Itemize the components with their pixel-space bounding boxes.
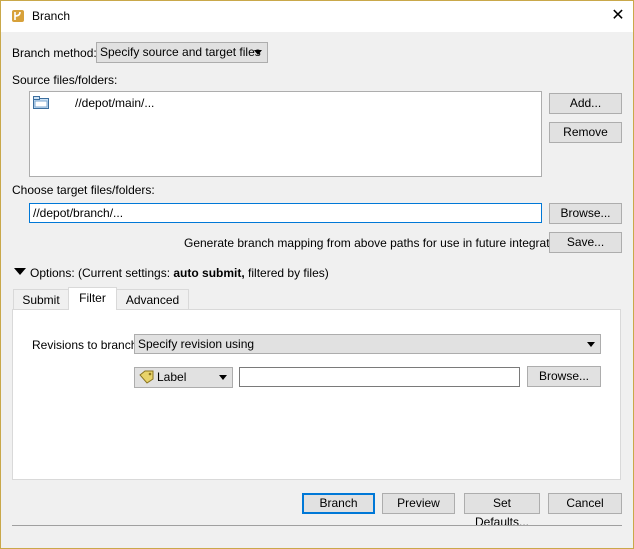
revisions-to-branch-label: Revisions to branch: [32, 338, 141, 352]
cancel-button[interactable]: Cancel [548, 493, 622, 514]
options-summary-bold: auto submit, [173, 266, 245, 280]
branch-method-label: Branch method: [12, 46, 97, 60]
footer-separator [12, 525, 622, 526]
set-defaults-button[interactable]: Set Defaults... [464, 493, 540, 529]
add-button[interactable]: Add... [549, 93, 622, 114]
title-bar: Branch ✕ [1, 1, 633, 32]
list-item[interactable]: //depot/main/... [32, 95, 332, 111]
options-label: Options: [30, 266, 75, 280]
expand-triangle-icon [14, 268, 26, 275]
chevron-down-icon [219, 375, 227, 380]
revision-type-value: Label [157, 370, 187, 384]
tab-submit[interactable]: Submit [13, 289, 69, 311]
source-files-label: Source files/folders: [12, 73, 118, 87]
revisions-value: Specify revision using [138, 337, 255, 351]
options-expander[interactable]: Options: (Current settings: auto submit,… [14, 266, 414, 282]
source-files-list[interactable]: //depot/main/... [29, 91, 542, 177]
folder-icon [33, 96, 49, 109]
chevron-down-icon [254, 50, 262, 55]
label-tag-icon [139, 370, 154, 384]
filter-tab-panel: Revisions to branch: Specify revision us… [12, 309, 621, 480]
target-files-label: Choose target files/folders: [12, 183, 155, 197]
tab-advanced[interactable]: Advanced [116, 289, 189, 311]
branch-method-value: Specify source and target files [100, 45, 261, 59]
options-summary-prefix: (Current settings: [78, 266, 174, 280]
chevron-down-icon [587, 342, 595, 347]
preview-button[interactable]: Preview [382, 493, 455, 514]
branch-mapping-text: Generate branch mapping from above paths… [184, 236, 575, 250]
source-item-path: //depot/main/... [75, 96, 155, 110]
revision-browse-button[interactable]: Browse... [527, 366, 601, 387]
window-title: Branch [32, 9, 71, 23]
tab-filter[interactable]: Filter [68, 287, 117, 310]
revisions-select[interactable]: Specify revision using [134, 334, 601, 354]
target-browse-button[interactable]: Browse... [549, 203, 622, 224]
options-summary-suffix: filtered by files) [244, 266, 329, 280]
target-path-input[interactable]: //depot/branch/... [29, 203, 542, 223]
branch-app-icon [12, 10, 24, 22]
remove-button[interactable]: Remove [549, 122, 622, 143]
save-mapping-button[interactable]: Save... [549, 232, 622, 253]
close-icon[interactable]: ✕ [607, 6, 629, 26]
target-path-value: //depot/branch/... [33, 206, 124, 220]
branch-button[interactable]: Branch [302, 493, 375, 514]
revision-value-input[interactable] [239, 367, 520, 387]
options-summary: (Current settings: auto submit, filtered… [78, 266, 329, 280]
branch-method-select[interactable]: Specify source and target files [96, 42, 268, 63]
branch-dialog: Branch ✕ Branch method: Specify source a… [0, 0, 634, 549]
revision-type-select[interactable]: Label [134, 367, 233, 388]
